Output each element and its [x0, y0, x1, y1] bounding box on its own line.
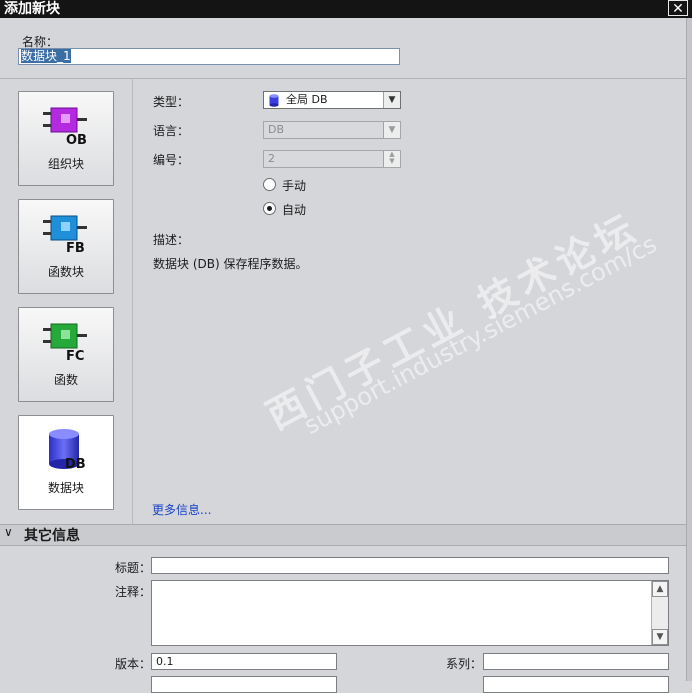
manual-radio[interactable] [263, 178, 276, 191]
number-label: 编号： [153, 153, 190, 167]
language-dropdown[interactable]: DB ▼ [263, 121, 401, 139]
window-title: 添加新块 [4, 1, 60, 17]
fc-block-icon: FC [43, 323, 87, 362]
number-spinner-value: 2 [268, 152, 275, 165]
watermark-line2: support.industry.siemens.com/cs [299, 229, 662, 440]
comment-label: 注释： [115, 585, 152, 599]
comment-scrollbar[interactable]: ▲ ▼ [651, 581, 668, 645]
ob-block-icon: OB [43, 107, 87, 146]
manual-radio-label: 手动 [282, 179, 307, 193]
watermark-line1: 西门子工业 技术论坛 [259, 204, 647, 439]
auto-radio[interactable] [263, 202, 276, 215]
auto-radio-label: 自动 [282, 203, 307, 217]
comment-textarea[interactable] [151, 580, 669, 646]
type-label: 类型： [153, 95, 190, 109]
close-button[interactable]: ✕ [668, 0, 688, 17]
fb-tag: FB [66, 241, 85, 254]
caption-label: 标题： [115, 561, 152, 575]
number-spinner[interactable]: 2 ▲ ▼ [263, 150, 401, 168]
chevron-down-icon[interactable]: ∨ [4, 525, 13, 539]
type-dropdown-value: 全局 DB [286, 93, 328, 106]
version-input[interactable]: 0.1 [151, 653, 337, 670]
db-tag: DB [65, 457, 86, 470]
db-block-icon: DB [49, 429, 86, 470]
fb-block-button[interactable]: FB 函数块 [18, 199, 114, 294]
spinner-arrows-icon: ▲ ▼ [383, 151, 400, 167]
caption-input[interactable] [151, 557, 669, 574]
title-bar [0, 0, 692, 18]
version-label: 版本： [115, 657, 152, 671]
fc-block-label: 函数 [53, 373, 78, 387]
type-dropdown[interactable]: 全局 DB ▼ [263, 91, 401, 109]
description-label: 描述： [153, 233, 190, 247]
description-text: 数据块 (DB) 保存程序数据。 [153, 257, 308, 271]
other-info-header[interactable] [0, 524, 686, 546]
language-dropdown-value: DB [268, 123, 285, 136]
chevron-down-icon[interactable]: ▼ [383, 92, 400, 108]
scroll-up-icon[interactable]: ▲ [652, 581, 668, 597]
window-edge [686, 18, 692, 681]
fc-block-button[interactable]: FC 函数 [18, 307, 114, 402]
ob-block-label: 组织块 [47, 157, 84, 171]
next-row-input-left[interactable] [151, 676, 337, 693]
name-input[interactable]: 数据块_1 [18, 48, 400, 65]
more-info-link[interactable]: 更多信息... [152, 501, 211, 518]
fb-block-icon: FB [43, 215, 87, 254]
db-block-button[interactable]: DB 数据块 [18, 415, 114, 510]
db-cylinder-icon [269, 94, 279, 107]
db-block-label: 数据块 [47, 481, 84, 495]
family-label: 系列： [446, 657, 483, 671]
other-info-title: 其它信息 [24, 528, 80, 544]
family-input[interactable] [483, 653, 669, 670]
fc-tag: FC [66, 349, 84, 362]
name-input-selected-text: 数据块_1 [21, 49, 71, 63]
language-label: 语言： [153, 124, 190, 138]
next-row-input-right[interactable] [483, 676, 669, 693]
scroll-down-icon[interactable]: ▼ [652, 629, 668, 645]
ob-tag: OB [66, 133, 87, 146]
chevron-down-icon: ▼ [383, 122, 400, 138]
ob-block-button[interactable]: OB 组织块 [18, 91, 114, 186]
fb-block-label: 函数块 [47, 265, 84, 279]
watermark: 西门子工业 技术论坛 support.industry.siemens.com/… [180, 53, 661, 440]
